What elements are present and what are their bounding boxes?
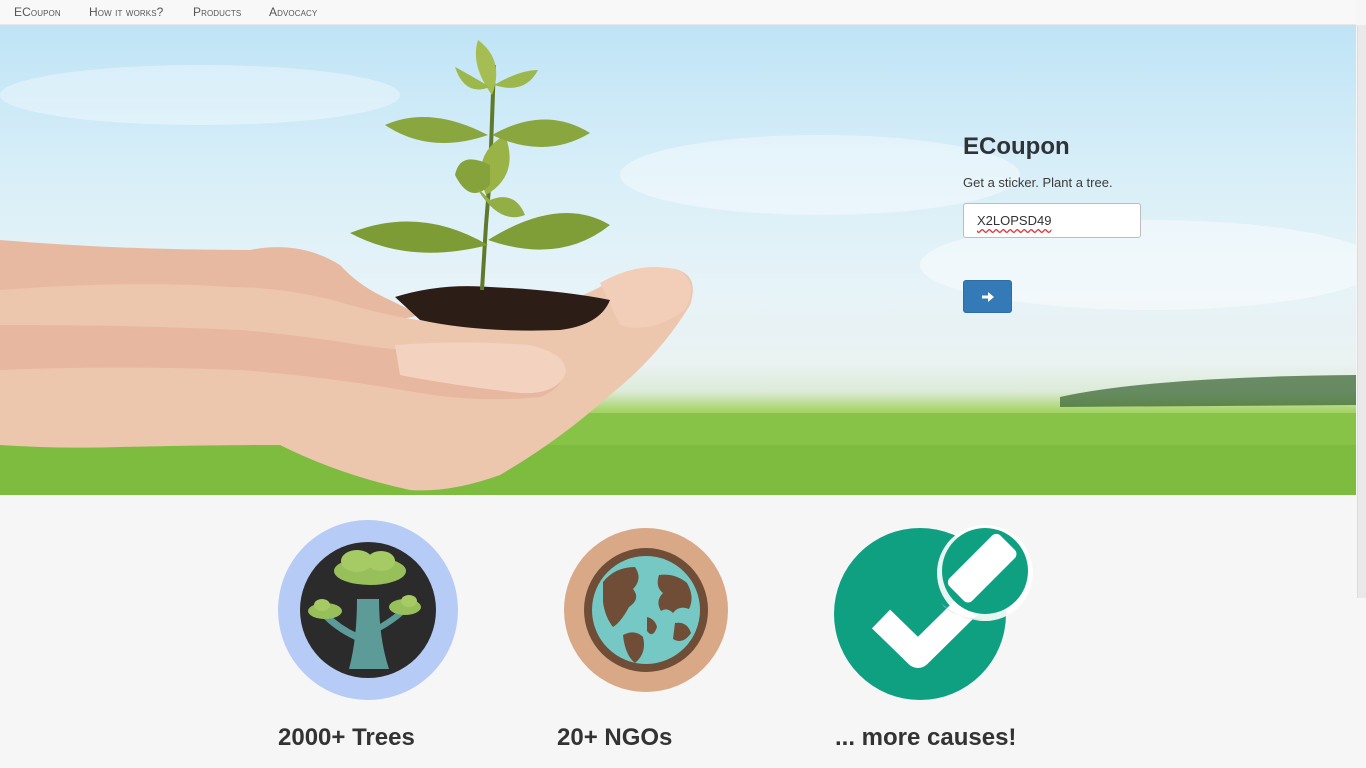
hero-tagline: Get a sticker. Plant a tree. xyxy=(963,175,1113,190)
coupon-code-input[interactable]: X2LOPSD49 xyxy=(963,203,1141,238)
hero-title: ECoupon xyxy=(963,133,1070,160)
nav-brand-link[interactable]: ECoupon xyxy=(14,5,61,19)
nav-advocacy-link[interactable]: Advocacy xyxy=(269,5,317,19)
globe-icon xyxy=(563,527,729,693)
navbar: ECoupon How it works? Products Advocacy xyxy=(0,0,1366,25)
feature-label-trees: 2000+ Trees xyxy=(278,724,415,751)
feature-label-ngos: 20+ NGOs xyxy=(557,724,673,751)
hero-banner: ECoupon Get a sticker. Plant a tree. X2L… xyxy=(0,25,1356,495)
checkmark-icon xyxy=(833,523,1038,703)
feature-label-more-causes: ... more causes! xyxy=(835,724,1017,751)
nav-products-link[interactable]: Products xyxy=(193,5,241,19)
arrow-right-icon xyxy=(982,292,994,302)
scrollbar-thumb[interactable] xyxy=(1357,25,1366,598)
coupon-panel: ECoupon Get a sticker. Plant a tree. X2L… xyxy=(963,133,1163,313)
tree-icon xyxy=(277,519,459,701)
hero-image xyxy=(0,40,1356,495)
nav-how-it-works-link[interactable]: How it works? xyxy=(89,5,163,19)
coupon-code-value: X2LOPSD49 xyxy=(977,213,1052,228)
submit-coupon-button[interactable] xyxy=(963,280,1012,313)
